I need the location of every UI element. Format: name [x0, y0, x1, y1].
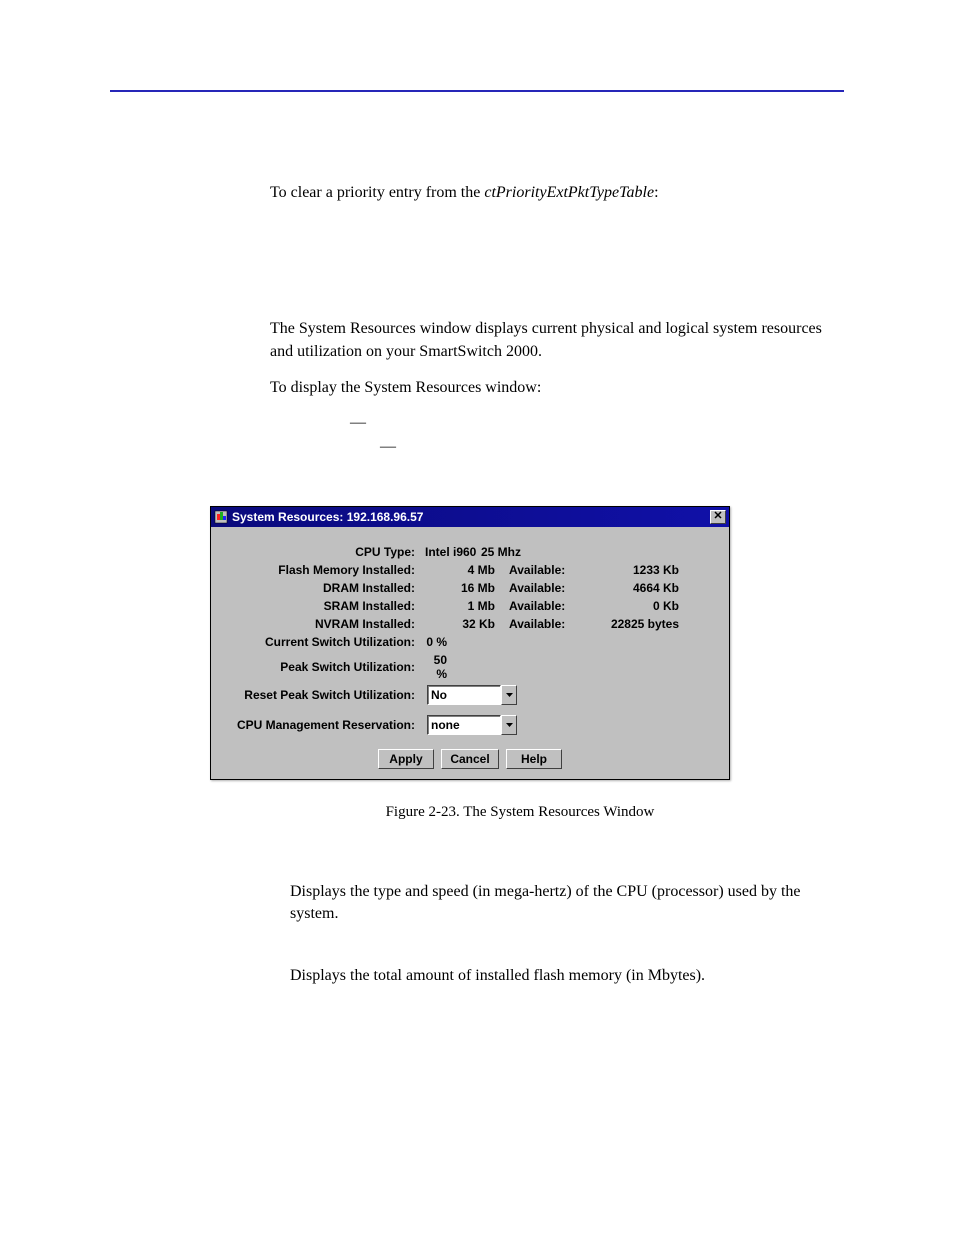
- apply-button[interactable]: Apply: [378, 749, 434, 769]
- row-dram: DRAM Installed: 16 Mb Available: 4664 Kb: [221, 581, 719, 595]
- section2-p1: The System Resources window displays cur…: [110, 318, 844, 363]
- val-sram-inst: 1 Mb: [421, 599, 509, 613]
- help-button[interactable]: Help: [506, 749, 562, 769]
- label-dram-avail: Available:: [509, 581, 589, 595]
- cancel-button[interactable]: Cancel: [441, 749, 498, 769]
- val-flash-avail: 1233 Kb: [589, 563, 679, 577]
- cpu-mgmt-value: none: [427, 715, 501, 735]
- def-cpu: Displays the type and speed (in mega-her…: [110, 881, 844, 926]
- label-reset-peak: Reset Peak Switch Utilization:: [221, 688, 421, 702]
- intro-post: :: [654, 184, 658, 201]
- intro-line: To clear a priority entry from the ctPri…: [110, 182, 844, 204]
- window-body: CPU Type: Intel i960 25 Mhz Flash Memory…: [211, 527, 729, 779]
- row-cpu: CPU Type: Intel i960 25 Mhz: [221, 545, 719, 559]
- step-dash-1: —: [350, 414, 370, 432]
- chevron-down-icon[interactable]: [501, 715, 517, 735]
- val-cpu-mhz: 25 Mhz: [481, 545, 531, 559]
- val-cur-switch: 0 %: [421, 635, 461, 649]
- label-cur-switch: Current Switch Utilization:: [221, 635, 421, 649]
- val-cpu-type: Intel i960: [421, 545, 481, 559]
- val-dram-inst: 16 Mb: [421, 581, 509, 595]
- section2-p2: To display the System Resources window:: [110, 377, 844, 399]
- steps-block: — —: [110, 414, 844, 456]
- val-sram-avail: 0 Kb: [589, 599, 679, 613]
- window-container: System Resources: 192.168.96.57 CPU Type…: [210, 506, 730, 821]
- label-dram: DRAM Installed:: [221, 581, 421, 595]
- intro-italic: ctPriorityExtPktTypeTable: [484, 184, 654, 201]
- row-flash: Flash Memory Installed: 4 Mb Available: …: [221, 563, 719, 577]
- val-nvram-inst: 32 Kb: [421, 617, 509, 631]
- val-nvram-avail: 22825 bytes: [589, 617, 679, 631]
- label-flash: Flash Memory Installed:: [221, 563, 421, 577]
- document-page: To clear a priority entry from the ctPri…: [0, 0, 954, 1068]
- row-cpu-mgmt: CPU Management Reservation: none: [221, 715, 719, 735]
- label-cpu: CPU Type:: [221, 545, 421, 559]
- label-nvram-avail: Available:: [509, 617, 589, 631]
- row-sram: SRAM Installed: 1 Mb Available: 0 Kb: [221, 599, 719, 613]
- row-reset-peak: Reset Peak Switch Utilization: No: [221, 685, 719, 705]
- label-nvram: NVRAM Installed:: [221, 617, 421, 631]
- app-icon: [214, 510, 228, 524]
- val-flash-inst: 4 Mb: [421, 563, 509, 577]
- header-space: [110, 92, 844, 182]
- label-cpu-mgmt: CPU Management Reservation:: [221, 718, 421, 732]
- val-peak-switch: 50 %: [421, 653, 461, 681]
- figure-caption: Figure 2-23. The System Resources Window: [210, 804, 730, 821]
- cpu-mgmt-select[interactable]: none: [427, 715, 517, 735]
- row-cur-switch: Current Switch Utilization: 0 %: [221, 635, 719, 649]
- label-peak-switch: Peak Switch Utilization:: [221, 660, 421, 674]
- window-title: System Resources: 192.168.96.57: [232, 510, 710, 524]
- val-dram-avail: 4664 Kb: [589, 581, 679, 595]
- label-flash-avail: Available:: [509, 563, 589, 577]
- button-row: Apply Cancel Help: [221, 749, 719, 769]
- system-resources-window: System Resources: 192.168.96.57 CPU Type…: [210, 506, 730, 780]
- step-dash-2: —: [380, 438, 400, 456]
- titlebar[interactable]: System Resources: 192.168.96.57: [211, 507, 729, 527]
- def-flash: Displays the total amount of installed f…: [110, 965, 844, 987]
- row-peak-switch: Peak Switch Utilization: 50 %: [221, 653, 719, 681]
- label-sram-avail: Available:: [509, 599, 589, 613]
- intro-pre: To clear a priority entry from the: [270, 184, 484, 201]
- reset-peak-value: No: [427, 685, 501, 705]
- label-sram: SRAM Installed:: [221, 599, 421, 613]
- chevron-down-icon[interactable]: [501, 685, 517, 705]
- reset-peak-select[interactable]: No: [427, 685, 517, 705]
- close-icon[interactable]: [710, 510, 726, 524]
- row-nvram: NVRAM Installed: 32 Kb Available: 22825 …: [221, 617, 719, 631]
